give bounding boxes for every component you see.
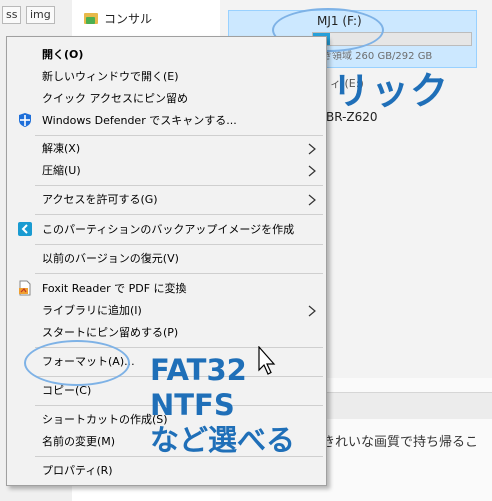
menu-item-restore-previous[interactable]: 以前のバージョンの復元(V) xyxy=(7,247,326,269)
backup-tool-icon xyxy=(17,221,33,237)
menu-item-label: アクセスを許可する(G) xyxy=(42,193,158,206)
tab-img[interactable]: img xyxy=(26,6,55,24)
menu-item-label: 解凍(X) xyxy=(42,142,81,155)
folder-label: コンサル xyxy=(104,12,153,26)
menu-separator xyxy=(35,185,323,186)
menu-item-compress[interactable]: 圧縮(U) xyxy=(7,159,326,181)
menu-item-label: 圧縮(U) xyxy=(42,164,81,177)
folder-icon xyxy=(84,13,98,24)
chevron-right-icon xyxy=(306,163,318,177)
menu-item-label: クイック アクセスにピン留め xyxy=(42,92,188,105)
menu-item-open[interactable]: 開く(O) xyxy=(7,43,326,65)
menu-item-label: プロパティ(R) xyxy=(42,464,113,477)
windows-defender-icon xyxy=(17,112,33,128)
menu-item-defender-scan[interactable]: Windows Defender でスキャンする... xyxy=(7,109,326,131)
annotation-line-ntfs: NTFS xyxy=(150,388,235,422)
mouse-cursor-icon xyxy=(258,345,278,380)
menu-separator xyxy=(35,135,323,136)
menu-item-label: ライブラリに追加(I) xyxy=(42,304,142,317)
menu-item-label: ショートカットの作成(S) xyxy=(42,413,168,426)
format-highlight-ellipse xyxy=(24,340,130,386)
chevron-right-icon xyxy=(306,303,318,317)
menu-item-label: 新しいウィンドウで開く(E) xyxy=(42,70,179,83)
menu-separator xyxy=(35,214,323,215)
menu-separator xyxy=(35,273,323,274)
menu-item-give-access[interactable]: アクセスを許可する(G) xyxy=(7,188,326,210)
menu-item-open-new-window[interactable]: 新しいウィンドウで開く(E) xyxy=(7,65,326,87)
menu-item-extract[interactable]: 解凍(X) xyxy=(7,137,326,159)
chevron-right-icon xyxy=(306,192,318,206)
menu-item-label: このパーティションのバックアップイメージを作成 xyxy=(42,223,295,236)
menu-item-label: Windows Defender でスキャンする... xyxy=(42,114,237,127)
preview-text: きれいな画質で持ち帰るこ xyxy=(322,435,479,450)
annotation-line-selectable: など選べる xyxy=(150,423,296,457)
tab-ss[interactable]: ss xyxy=(2,6,22,24)
menu-item-backup-image[interactable]: このパーティションのバックアップイメージを作成 xyxy=(7,218,326,240)
menu-item-pin-start[interactable]: スタートにピン留めする(P) xyxy=(7,321,326,343)
menu-item-label: スタートにピン留めする(P) xyxy=(42,326,179,339)
folder-item[interactable]: コンサル xyxy=(84,10,152,27)
menu-item-label: 開く(O) xyxy=(42,48,84,61)
menu-item-add-to-library[interactable]: ライブラリに追加(I) xyxy=(7,299,326,321)
menu-item-pin-quick-access[interactable]: クイック アクセスにピン留め xyxy=(7,87,326,109)
menu-item-properties[interactable]: プロパティ(R) xyxy=(7,459,326,481)
menu-item-label: 名前の変更(M) xyxy=(42,435,116,448)
menu-item-label: Foxit Reader で PDF に変換 xyxy=(42,282,187,295)
menu-item-label: 以前のバージョンの復元(V) xyxy=(42,252,179,265)
menu-item-foxit-convert[interactable]: Foxit Reader で PDF に変換 xyxy=(7,277,326,299)
chevron-right-icon xyxy=(306,141,318,155)
foxit-pdf-icon xyxy=(17,280,33,296)
annotation-line-fat32: FAT32 xyxy=(150,353,247,387)
menu-separator xyxy=(35,244,323,245)
